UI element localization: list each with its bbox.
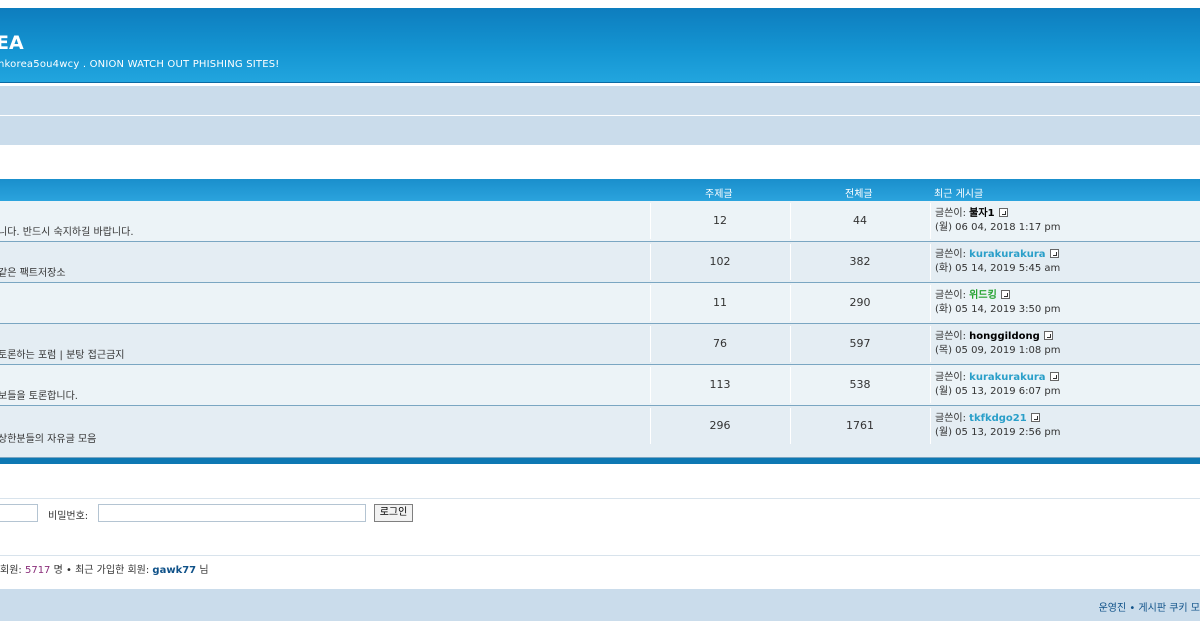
topics-count: 11 [713,296,727,309]
newest-member-suffix: 님 [199,565,209,576]
last-post-info: 글쓴이: 불자1 (월) 06 04, 2018 1:17 pm [935,207,1061,235]
last-post-date: (목) 05 09, 2019 1:08 pm [935,345,1061,356]
topics-count: 102 [709,255,731,268]
last-post-date: (화) 05 14, 2019 5:45 am [935,263,1061,274]
forum-description: 상한분들의 자유글 모음 [0,434,97,445]
forum-list-header: 주제글 전체글 최근 게시글 [0,179,1200,201]
topics-count: 113 [709,378,731,391]
forum-row[interactable]: 토론하는 포럼 | 분탕 접근금지 76 597 글쓴이: honggildon… [0,324,1200,365]
last-post-by-label: 글쓴이: [935,208,966,219]
site-description: nkorea5ou4wcy . ONION WATCH OUT PHISHING… [0,59,280,70]
last-post-info: 글쓴이: tkfkdgo21 (월) 05 13, 2019 2:56 pm [935,412,1061,440]
nav-bar-primary [0,86,1200,115]
last-post-info: 글쓴이: honggildong (목) 05 09, 2019 1:08 pm [935,330,1061,358]
goto-post-icon[interactable] [1049,249,1059,258]
last-post-by-label: 글쓴이: [935,249,966,260]
members-count: 5717 [24,565,51,576]
member-stats: 회원: 5717 명 • 최근 가입한 회원: gawk77 님 [0,561,209,576]
forum-list: 주제글 전체글 최근 게시글 니다. 반드시 숙지하길 바랍니다. 12 44 … [0,179,1200,464]
goto-post-icon[interactable] [1000,290,1010,299]
username-field[interactable] [0,504,38,522]
stats-separator: • [66,565,72,576]
members-unit: 명 [53,565,63,576]
topics-count: 12 [713,214,727,227]
password-label: 비밀번호: [48,511,89,522]
last-post-info: 글쓴이: 위드킹 (화) 05 14, 2019 3:50 pm [935,289,1061,317]
last-post-info: 글쓴이: kurakurakura (화) 05 14, 2019 5:45 a… [935,248,1060,276]
last-post-by-label: 글쓴이: [935,413,966,424]
forum-description: 니다. 반드시 숙지하길 바랍니다. [0,227,134,238]
forum-description: 같은 팩트저장소 [0,268,66,279]
header-last-post: 최근 게시글 [934,189,984,200]
last-post-author[interactable]: kurakurakura [969,249,1045,260]
forum-description: 토론하는 포럼 | 분탕 접근금지 [0,350,125,361]
forum-row[interactable]: 상한분들의 자유글 모음 296 1761 글쓴이: tkfkdgo21 (월)… [0,406,1200,458]
posts-count: 597 [849,337,871,350]
last-post-author[interactable]: tkfkdgo21 [969,413,1027,424]
last-post-date: (월) 06 04, 2018 1:17 pm [935,222,1061,233]
forum-row[interactable]: 11 290 글쓴이: 위드킹 (화) 05 14, 2019 3:50 pm [0,283,1200,324]
topics-count: 296 [709,419,731,432]
footer-links[interactable]: 운영진 • 게시판 쿠키 모 [1099,599,1200,614]
nav-bar-secondary [0,116,1200,145]
posts-count: 382 [849,255,871,268]
posts-count: 44 [853,214,867,227]
posts-count: 290 [849,296,871,309]
forum-row[interactable]: 같은 팩트저장소 102 382 글쓴이: kurakurakura (화) 0… [0,242,1200,283]
members-label: 회원: [0,565,22,576]
last-post-by-label: 글쓴이: [935,372,966,383]
forum-description: 보들을 토론합니다. [0,391,78,402]
last-post-author[interactable]: 위드킹 [969,290,997,301]
last-post-date: (화) 05 14, 2019 3:50 pm [935,304,1061,315]
login-button[interactable]: 로그인 [374,504,413,522]
posts-count: 1761 [846,419,874,432]
last-post-by-label: 글쓴이: [935,331,966,342]
footer-bar: 운영진 • 게시판 쿠키 모 [0,589,1200,621]
header-topics: 주제글 [705,189,733,200]
site-header: EA nkorea5ou4wcy . ONION WATCH OUT PHISH… [0,8,1200,83]
newest-member-label: 최근 가입한 회원: [75,565,150,576]
last-post-author[interactable]: kurakurakura [969,372,1045,383]
last-post-date: (월) 05 13, 2019 6:07 pm [935,386,1061,397]
goto-post-icon[interactable] [1043,331,1053,340]
site-title[interactable]: EA [0,32,24,54]
login-form: 비밀번호: 로그인 [0,498,1200,556]
last-post-date: (월) 05 13, 2019 2:56 pm [935,427,1061,438]
last-post-by-label: 글쓴이: [935,290,966,301]
goto-post-icon[interactable] [1030,413,1040,422]
forum-row[interactable]: 보들을 토론합니다. 113 538 글쓴이: kurakurakura (월)… [0,365,1200,406]
last-post-author[interactable]: honggildong [969,331,1040,342]
last-post-author[interactable]: 불자1 [969,208,994,219]
forum-list-footer [0,458,1200,464]
goto-post-icon[interactable] [1049,372,1059,381]
last-post-info: 글쓴이: kurakurakura (월) 05 13, 2019 6:07 p… [935,371,1061,399]
topics-count: 76 [713,337,727,350]
newest-member-link[interactable]: gawk77 [152,565,196,576]
goto-post-icon[interactable] [998,208,1008,217]
header-posts: 전체글 [845,189,873,200]
forum-row[interactable]: 니다. 반드시 숙지하길 바랍니다. 12 44 글쓴이: 불자1 (월) 06… [0,201,1200,242]
password-field[interactable] [98,504,366,522]
posts-count: 538 [849,378,871,391]
